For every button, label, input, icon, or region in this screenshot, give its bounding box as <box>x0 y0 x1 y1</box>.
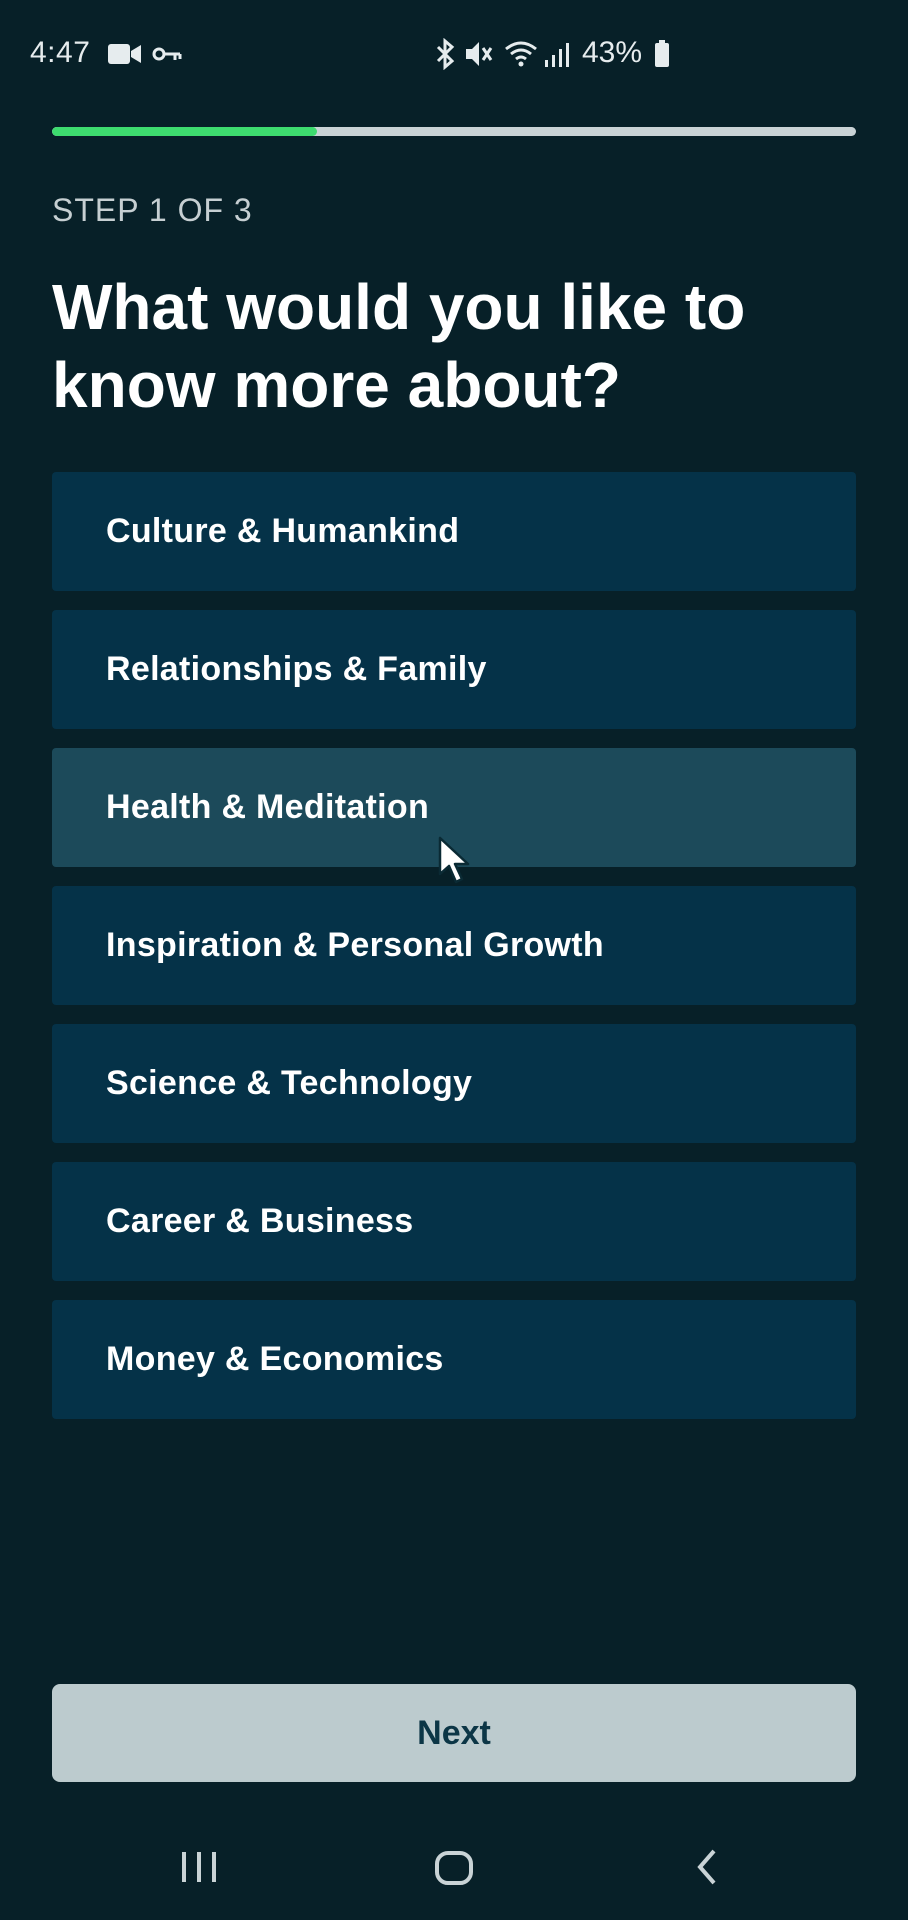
mute-icon <box>464 38 494 75</box>
topic-option-relationships-family[interactable]: Relationships & Family <box>52 610 856 729</box>
topic-label: Culture & Humankind <box>106 512 460 550</box>
topic-label: Money & Economics <box>106 1340 444 1378</box>
question-heading: What would you like to know more about? <box>52 271 746 421</box>
progress-bar <box>52 127 856 136</box>
bluetooth-icon <box>434 37 458 75</box>
topic-label: Career & Business <box>106 1202 414 1240</box>
home-icon[interactable] <box>434 1850 474 1891</box>
signal-icon <box>544 42 570 73</box>
system-nav-bar <box>0 1820 908 1920</box>
recent-apps-icon[interactable] <box>180 1850 218 1889</box>
video-camera-icon <box>108 43 142 70</box>
battery-icon <box>654 40 670 73</box>
topic-label: Science & Technology <box>106 1064 473 1102</box>
topic-label: Relationships & Family <box>106 650 487 688</box>
topic-list: Culture & Humankind Relationships & Fami… <box>52 472 856 1438</box>
app-screen: 4:47 43% STEP 1 OF 3 What would you like… <box>0 0 908 1920</box>
vpn-key-icon <box>152 46 182 67</box>
topic-option-inspiration-personal-growth[interactable]: Inspiration & Personal Growth <box>52 886 856 1005</box>
progress-fill <box>52 127 318 136</box>
topic-label: Inspiration & Personal Growth <box>106 926 604 964</box>
topic-option-career-business[interactable]: Career & Business <box>52 1162 856 1281</box>
mouse-cursor-icon <box>438 836 472 886</box>
step-label: STEP 1 OF 3 <box>52 192 253 228</box>
next-button[interactable]: Next <box>52 1684 856 1782</box>
battery-percent: 43% <box>582 36 643 69</box>
back-icon[interactable] <box>694 1848 720 1891</box>
next-button-label: Next <box>417 1713 491 1752</box>
wifi-icon <box>504 40 538 73</box>
status-bar: 4:47 43% <box>0 0 908 110</box>
topic-label: Health & Meditation <box>106 788 430 826</box>
status-time: 4:47 <box>30 36 91 69</box>
topic-option-money-economics[interactable]: Money & Economics <box>52 1300 856 1419</box>
topic-option-science-technology[interactable]: Science & Technology <box>52 1024 856 1143</box>
topic-option-culture-humankind[interactable]: Culture & Humankind <box>52 472 856 591</box>
